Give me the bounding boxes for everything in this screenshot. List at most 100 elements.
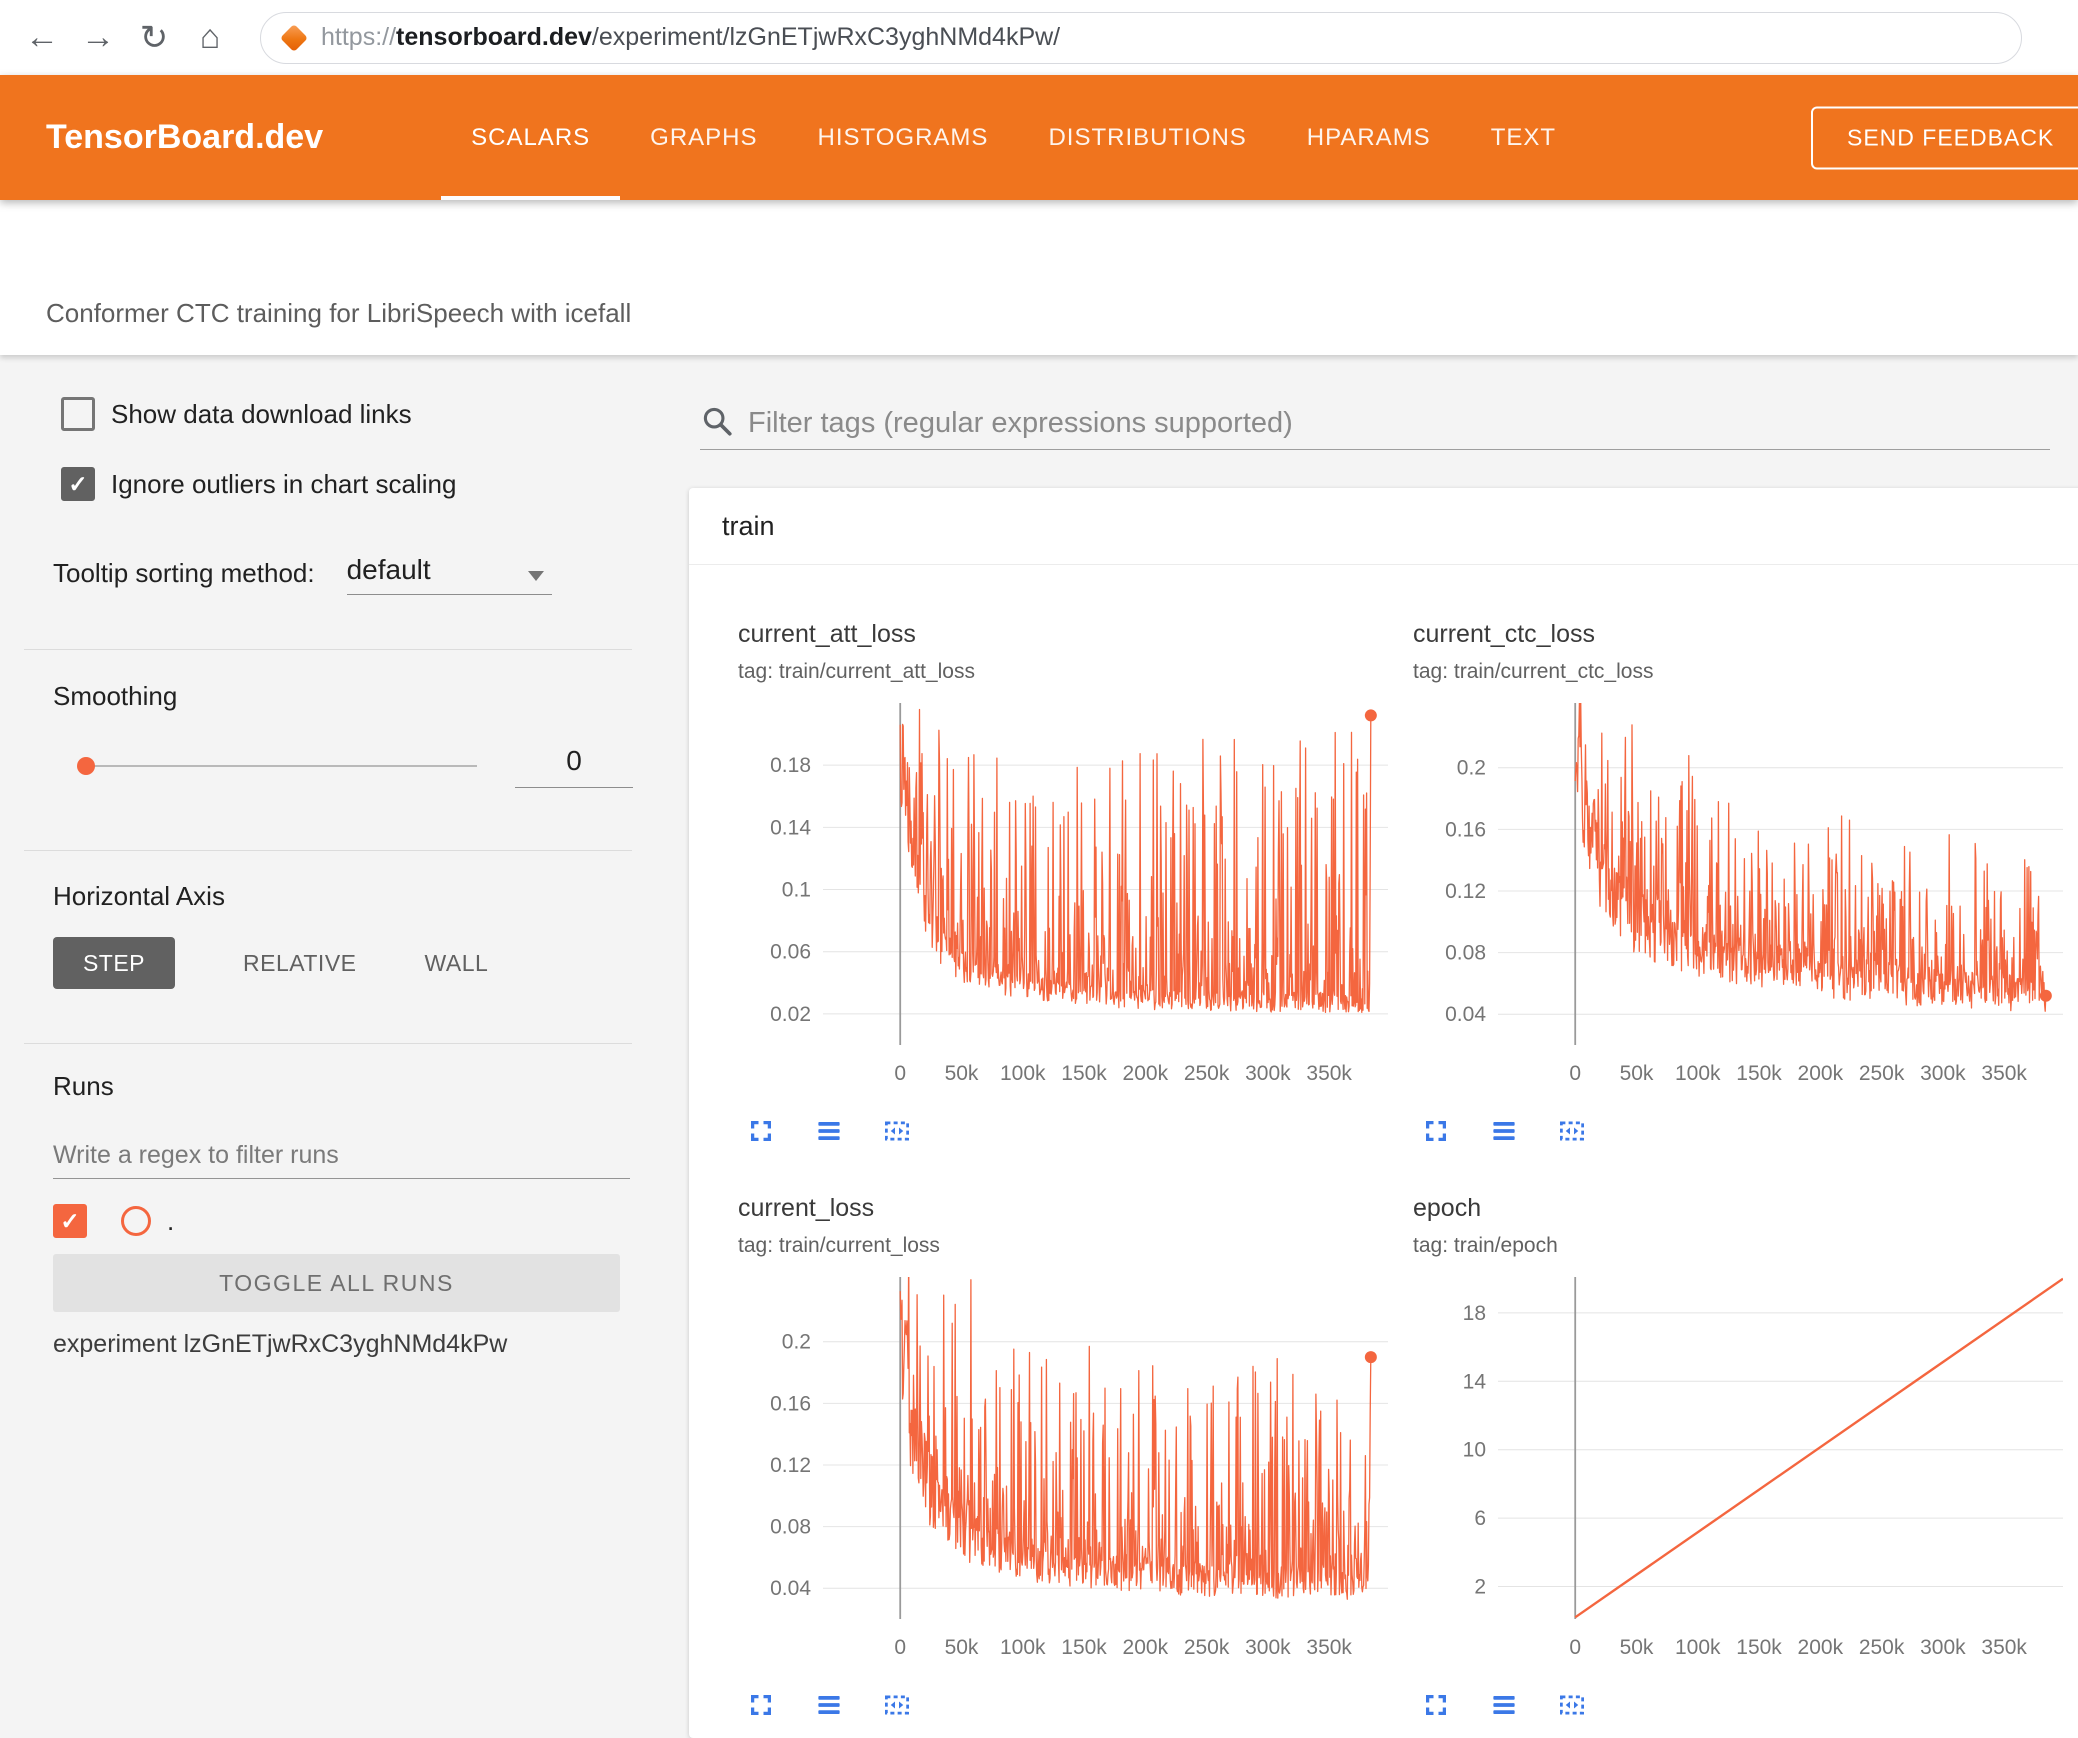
x-axis-tick-label: 350k [1981, 1062, 2027, 1085]
last-point-marker[interactable] [1364, 1351, 1377, 1364]
fullscreen-icon[interactable] [744, 1689, 778, 1723]
x-axis-tick-label: 0 [1569, 1062, 1581, 1085]
chart-toolbar [1419, 1115, 2073, 1149]
fullscreen-icon[interactable] [1419, 1689, 1453, 1723]
fullscreen-icon[interactable] [1419, 1115, 1453, 1149]
show-download-links-row[interactable]: Show data download links [61, 397, 689, 431]
url-text[interactable]: https://tensorboard.dev/experiment/lzGnE… [321, 23, 1060, 52]
address-bar[interactable]: https://tensorboard.dev/experiment/lzGnE… [260, 11, 2022, 64]
main-content: train current_att_loss tag: train/current… [689, 355, 2078, 1738]
series-line [1574, 1277, 2063, 1619]
series-line [1574, 703, 2047, 1012]
runs-filter-input[interactable] [53, 1132, 630, 1179]
data-lines-icon[interactable] [812, 1115, 846, 1149]
y-axis-tick-label: 0.02 [770, 1003, 811, 1026]
chart-current_ctc_loss: current_ctc_loss tag: train/current_ctc_l… [1413, 619, 2073, 1149]
axis-step-button[interactable]: STEP [53, 937, 175, 989]
y-axis-tick-label: 0.04 [770, 1577, 811, 1600]
divider [24, 649, 632, 650]
browser-forward-button[interactable]: → [70, 18, 126, 57]
browser-home-button[interactable]: ⌂ [182, 18, 238, 57]
tab-histograms[interactable]: HISTOGRAMS [788, 75, 1019, 200]
x-axis-tick-label: 350k [1981, 1636, 2027, 1659]
toggle-all-runs-button[interactable]: TOGGLE ALL RUNS [53, 1254, 620, 1312]
train-card-title: train [722, 511, 775, 541]
smoothing-value[interactable]: 0 [515, 745, 633, 788]
y-axis-tick-label: 0.16 [1445, 818, 1486, 841]
chart-canvas[interactable]: 0.02 0.06 0.1 0.14 0.18 0 50k 100k 150k 200k 250k 3… [738, 695, 1393, 1095]
chart-canvas[interactable]: 2 6 10 14 18 0 50k 100k 150k 200k 250k 300k 350k [1413, 1269, 2068, 1669]
filter-tags-input[interactable] [748, 406, 2050, 440]
tooltip-sorting-dropdown[interactable]: default [346, 554, 552, 595]
fullscreen-icon[interactable] [744, 1115, 778, 1149]
data-lines-icon[interactable] [1487, 1689, 1521, 1723]
app-logo[interactable]: TensorBoard.dev [46, 118, 323, 157]
last-point-marker[interactable] [1364, 709, 1377, 722]
data-lines-icon[interactable] [812, 1689, 846, 1723]
tooltip-sorting-label: Tooltip sorting method: [53, 558, 315, 588]
fit-domain-icon[interactable] [880, 1689, 914, 1723]
ignore-outliers-row[interactable]: ✓ Ignore outliers in chart scaling [61, 467, 689, 501]
x-axis-tick-label: 350k [1306, 1062, 1352, 1085]
checkbox-checked-icon[interactable]: ✓ [61, 467, 95, 501]
chart-canvas[interactable]: 0.04 0.08 0.12 0.16 0.2 0 50k 100k 150k 200k 250k 3… [1413, 695, 2068, 1095]
smoothing-slider[interactable] [77, 756, 477, 776]
x-axis-tick-label: 250k [1184, 1062, 1230, 1085]
tab-text[interactable]: TEXT [1461, 75, 1586, 200]
chart-toolbar [744, 1689, 1398, 1723]
x-axis-tick-label: 100k [1675, 1062, 1721, 1085]
axis-relative-button[interactable]: RELATIVE [209, 937, 391, 989]
tab-label: HISTOGRAMS [817, 123, 989, 151]
y-axis-tick-label: 14 [1463, 1370, 1487, 1393]
ignore-outliers-label: Ignore outliers in chart scaling [111, 468, 457, 499]
tab-distributions[interactable]: DISTRIBUTIONS [1018, 75, 1276, 200]
chevron-down-icon [527, 571, 544, 581]
browser-reload-button[interactable]: ↻ [126, 18, 182, 58]
y-axis-tick-label: 0.1 [782, 879, 811, 902]
show-download-links-label: Show data download links [111, 398, 412, 429]
fit-domain-icon[interactable] [1555, 1689, 1589, 1723]
y-axis-tick-label: 0.16 [770, 1392, 811, 1415]
axis-wall-button[interactable]: WALL [391, 937, 523, 989]
browser-back-button[interactable]: ← [14, 18, 70, 57]
smoothing-label: Smoothing [53, 681, 178, 711]
tooltip-sorting-row: Tooltip sorting method: default [53, 551, 689, 595]
series-line [899, 708, 1372, 1014]
tab-label: HPARAMS [1306, 123, 1431, 151]
chart-canvas[interactable]: 0.04 0.08 0.12 0.16 0.2 0 50k 100k 150k 200k 250k 3… [738, 1269, 1393, 1669]
y-axis-tick-label: 0.2 [1457, 757, 1486, 780]
y-axis-tick-label: 2 [1474, 1576, 1486, 1599]
x-axis-tick-label: 100k [1675, 1636, 1721, 1659]
y-axis-tick-label: 0.12 [770, 1454, 811, 1477]
tab-scalars[interactable]: SCALARS [441, 75, 621, 200]
app-header: TensorBoard.dev SCALARS GRAPHS HISTOGRAMS D… [0, 75, 2078, 200]
tensorboard-favicon-icon [279, 23, 309, 52]
active-tab-indicator [441, 196, 621, 200]
checkbox-unchecked-icon[interactable] [61, 397, 95, 431]
charts-grid: current_att_loss tag: train/current_att_l… [689, 565, 2078, 1723]
search-icon [703, 407, 732, 436]
x-axis-tick-label: 150k [1061, 1062, 1107, 1085]
run-color-circle-icon[interactable] [121, 1206, 151, 1236]
y-axis-tick-label: 0.18 [770, 754, 811, 777]
x-axis-tick-label: 250k [1859, 1636, 1905, 1659]
browser-toolbar: ← → ↻ ⌂ https://tensorboard.dev/experime… [0, 0, 2078, 76]
last-point-marker[interactable] [2039, 989, 2052, 1002]
divider [24, 1043, 632, 1044]
slider-track[interactable] [86, 765, 477, 767]
fit-domain-icon[interactable] [1555, 1115, 1589, 1149]
train-card-header[interactable]: train [689, 488, 2078, 565]
run-checkbox-checked-icon[interactable]: ✓ [53, 1204, 87, 1238]
send-feedback-button[interactable]: SEND FEEDBACK [1811, 106, 2078, 169]
data-lines-icon[interactable] [1487, 1115, 1521, 1149]
run-name: . [167, 1205, 175, 1236]
fit-domain-icon[interactable] [880, 1115, 914, 1149]
slider-knob[interactable] [77, 757, 95, 775]
tab-hparams[interactable]: HPARAMS [1277, 75, 1461, 200]
tooltip-sorting-value: default [346, 554, 431, 585]
tab-graphs[interactable]: GRAPHS [620, 75, 787, 200]
y-axis-tick-label: 0.08 [1445, 942, 1486, 965]
chart-tag: tag: train/current_ctc_loss [1413, 660, 1654, 683]
url-path: /experiment/lzGnETjwRxC3yghNMd4kPw/ [591, 23, 1061, 51]
y-axis-tick-label: 0.08 [770, 1516, 811, 1539]
